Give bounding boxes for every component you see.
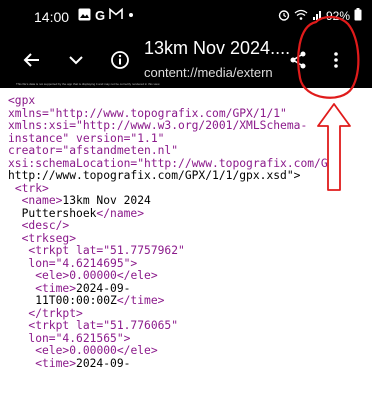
file-uri: content://media/extern bbox=[144, 65, 273, 80]
dot-icon bbox=[127, 8, 135, 24]
system-icons: 92% bbox=[278, 8, 362, 24]
status-bar: 14:00 G 92% bbox=[0, 0, 372, 30]
signal-icon bbox=[312, 9, 322, 24]
battery-icon bbox=[354, 8, 362, 24]
gmail-icon bbox=[109, 7, 123, 24]
share-icon[interactable] bbox=[284, 46, 312, 74]
status-time: 14:00 bbox=[34, 9, 70, 25]
code-line: <time>2024-09- bbox=[35, 356, 131, 370]
file-title-block: 13km Nov 2024.... content://media/extern bbox=[144, 38, 294, 80]
info-icon[interactable] bbox=[106, 46, 134, 74]
image-icon bbox=[78, 8, 91, 24]
file-title: 13km Nov 2024.... bbox=[144, 38, 291, 58]
chevron-down-icon[interactable] bbox=[62, 46, 90, 74]
more-vert-icon[interactable] bbox=[322, 46, 350, 74]
wifi-icon bbox=[294, 9, 308, 24]
alarm-icon bbox=[278, 9, 290, 24]
battery-percent: 92% bbox=[325, 9, 350, 23]
notice-strip: This file's data is not supported by the… bbox=[16, 82, 336, 88]
unsupported-notice: This file's data is not supported by the… bbox=[16, 82, 160, 86]
notification-icons: G bbox=[78, 7, 135, 24]
app-header: 14:00 G 92% 13km Nov 2024.... content://… bbox=[0, 0, 372, 88]
back-arrow-icon[interactable] bbox=[18, 46, 46, 74]
code-line: http://www.topografix.com/GPX/1/1/gpx.xs… bbox=[8, 169, 301, 182]
google-icon: G bbox=[95, 8, 106, 23]
xml-source-view: <gpx xmlns="http://www.topografix.com/GPX… bbox=[8, 94, 372, 370]
